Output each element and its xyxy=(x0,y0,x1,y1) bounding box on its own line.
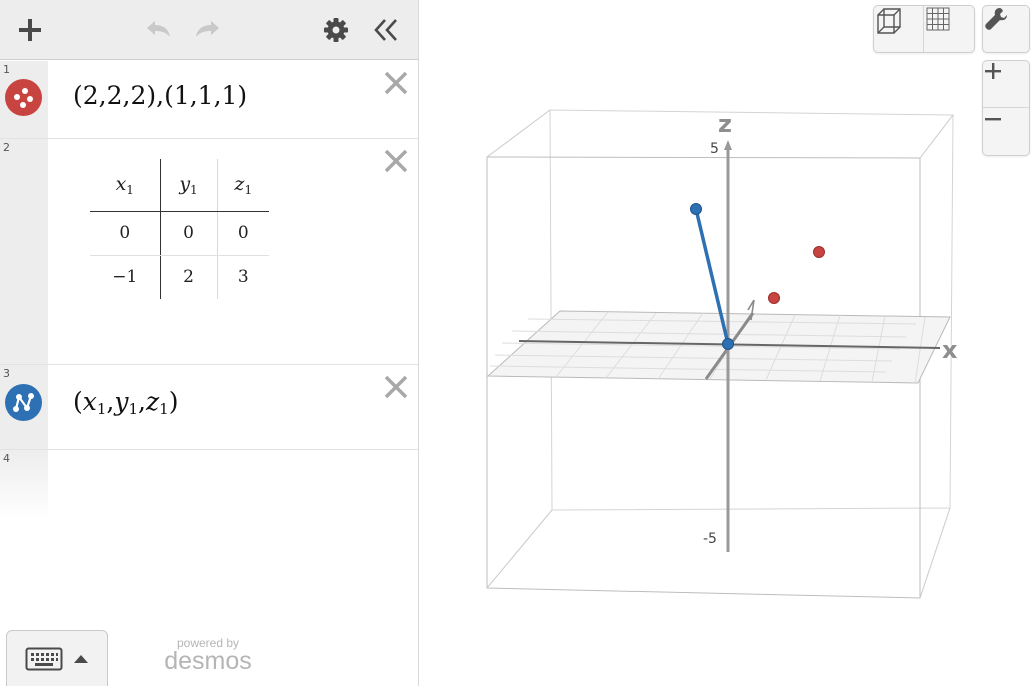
graph-settings-button[interactable] xyxy=(983,6,1029,52)
wrench-icon xyxy=(985,8,1007,30)
delete-expression-button[interactable] xyxy=(382,147,410,175)
expression-gutter: 1 xyxy=(0,61,48,138)
expression-math[interactable]: (x1,y1,z1) xyxy=(73,387,178,418)
column-header-y1[interactable]: y1 xyxy=(160,159,218,212)
zoom-in-icon xyxy=(985,63,1001,79)
color-swatch[interactable] xyxy=(5,384,42,421)
expression-number: 3 xyxy=(3,367,10,380)
column-header-x1[interactable]: x1 xyxy=(90,159,161,212)
graph-3d-canvas[interactable]: x z 5 -5 xyxy=(420,0,1032,686)
graph-settings-group xyxy=(982,5,1030,53)
z-axis-label: z xyxy=(718,110,732,138)
zoom-controls xyxy=(982,60,1030,156)
zoom-out-button[interactable] xyxy=(983,109,1029,155)
point-icon xyxy=(14,88,33,108)
table-point-1[interactable] xyxy=(722,338,734,350)
table-cell[interactable]: 2 xyxy=(160,255,218,299)
empty-expression-item[interactable]: 4 xyxy=(0,450,418,520)
2d-view-button[interactable] xyxy=(925,6,975,52)
grid-icon xyxy=(926,7,950,31)
table-row: 0 0 0 xyxy=(90,211,269,256)
3d-view-button[interactable] xyxy=(874,6,924,52)
delete-expression-button[interactable] xyxy=(382,373,410,401)
table-cell[interactable]: 0 xyxy=(217,211,269,256)
x-axis-label: x xyxy=(942,336,958,364)
expression-number: 1 xyxy=(3,63,10,76)
column-header-z1[interactable]: z1 xyxy=(217,159,269,212)
expression-gutter: 2 xyxy=(0,139,48,364)
expression-panel: 1 (2,2,2),(1,1,1) 2 x1 y1 z1 0 0 0 −1 2 … xyxy=(0,0,419,686)
expression-item[interactable]: 3 (x1,y1,z1) xyxy=(0,365,418,450)
table-cell[interactable]: 3 xyxy=(217,255,269,299)
close-icon xyxy=(384,71,408,95)
table-point-2[interactable] xyxy=(690,203,702,215)
close-icon xyxy=(384,375,408,399)
caret-up-icon xyxy=(74,654,88,663)
table-header-row: x1 y1 z1 xyxy=(90,159,269,212)
connected-points-icon xyxy=(13,393,34,412)
close-icon xyxy=(384,149,408,173)
table-cell[interactable]: −1 xyxy=(90,255,161,299)
settings-button[interactable] xyxy=(318,12,354,48)
expression-math[interactable]: (2,2,2),(1,1,1) xyxy=(73,81,247,110)
undo-icon xyxy=(147,21,170,37)
3d-cube-icon xyxy=(877,8,901,34)
zoom-out-icon xyxy=(985,118,1001,121)
view-toggle-group xyxy=(873,5,975,53)
color-swatch[interactable] xyxy=(5,79,42,116)
undo-button[interactable] xyxy=(140,12,176,48)
redo-button[interactable] xyxy=(190,12,226,48)
add-expression-button[interactable] xyxy=(12,12,48,48)
redo-icon xyxy=(196,21,219,37)
table-expression[interactable]: 2 x1 y1 z1 0 0 0 −1 2 3 xyxy=(0,139,418,365)
expression-item[interactable]: 1 (2,2,2),(1,1,1) xyxy=(0,61,418,139)
expression-number: 2 xyxy=(3,141,10,154)
gear-icon xyxy=(324,18,348,42)
data-table: x1 y1 z1 0 0 0 −1 2 3 xyxy=(90,159,269,299)
z-tick-neg5: -5 xyxy=(703,531,717,547)
point-2-2-2[interactable] xyxy=(813,246,825,258)
desmos-branding[interactable]: powered by desmos xyxy=(156,636,260,675)
red-points[interactable] xyxy=(768,246,825,304)
expression-gutter: 3 xyxy=(0,365,48,449)
delete-expression-button[interactable] xyxy=(382,69,410,97)
keyboard-toggle-button[interactable] xyxy=(6,630,108,686)
keyboard-icon xyxy=(25,647,63,670)
double-chevron-left-icon xyxy=(374,19,397,41)
table-row: −1 2 3 xyxy=(90,255,269,299)
expression-number: 4 xyxy=(3,452,10,465)
z-tick-5: 5 xyxy=(710,141,719,157)
collapse-panel-button[interactable] xyxy=(368,12,404,48)
zoom-in-button[interactable] xyxy=(983,61,1029,108)
desmos-logo: desmos xyxy=(164,647,252,675)
table-cell[interactable]: 0 xyxy=(90,211,161,256)
point-1-1-1[interactable] xyxy=(768,292,780,304)
expression-toolbar xyxy=(0,0,418,60)
plus-icon xyxy=(19,19,41,41)
table-cell[interactable]: 0 xyxy=(160,211,218,256)
